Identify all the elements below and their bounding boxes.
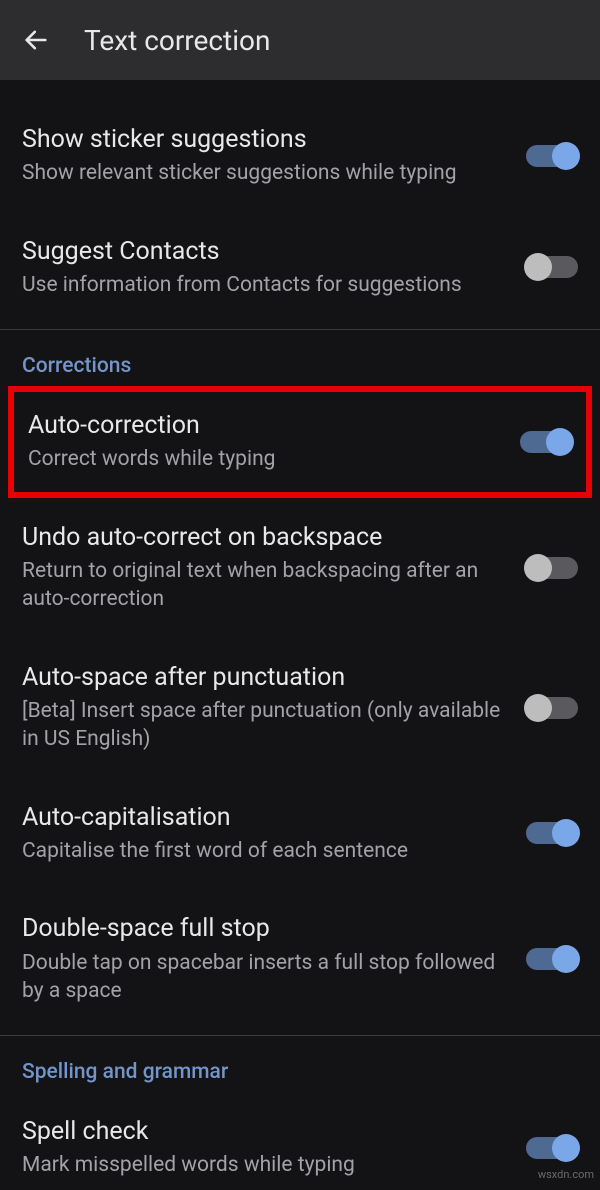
setting-undo-auto-correct[interactable]: Undo auto-correct on backspace Return to… [0,498,600,638]
setting-title: Auto-space after punctuation [22,662,506,693]
toggle-auto-correction[interactable] [520,431,572,453]
setting-subtitle: [Beta] Insert space after punctuation (o… [22,697,506,754]
settings-list: Show sticker suggestions Show relevant s… [0,80,600,1190]
setting-title: Auto-capitalisation [22,802,506,833]
setting-subtitle: Return to original text when backspacing… [22,557,506,614]
setting-auto-correction[interactable]: Auto-correction Correct words while typi… [14,392,586,492]
setting-title: Undo auto-correct on backspace [22,522,506,553]
setting-text: Auto-space after punctuation [Beta] Inse… [22,662,526,754]
toggle-sticker-suggestions[interactable] [526,145,578,167]
section-corrections: Corrections [0,330,600,386]
setting-title: Spell check [22,1116,506,1147]
toggle-thumb [552,142,580,170]
setting-title: Show sticker suggestions [22,124,506,155]
setting-sticker-suggestions[interactable]: Show sticker suggestions Show relevant s… [0,100,600,212]
toggle-thumb [546,428,574,456]
toggle-auto-capitalisation[interactable] [526,822,578,844]
setting-title: Double-space full stop [22,913,506,944]
app-bar: Text correction [0,0,600,80]
toggle-thumb [552,819,580,847]
setting-subtitle: Show relevant sticker suggestions while … [22,159,506,187]
setting-title: Auto-correction [28,410,500,441]
toggle-suggest-contacts[interactable] [526,256,578,278]
setting-auto-space[interactable]: Auto-space after punctuation [Beta] Inse… [0,638,600,778]
arrow-back-icon [22,26,50,54]
toggle-spell-check[interactable] [526,1137,578,1159]
setting-subtitle: Mark misspelled words while typing [22,1151,506,1179]
watermark: wsxdn.com [538,1168,594,1181]
setting-text: Spell check Mark misspelled words while … [22,1116,526,1180]
toggle-double-space-full-stop[interactable] [526,948,578,970]
toggle-thumb [552,1134,580,1162]
setting-suggest-contacts[interactable]: Suggest Contacts Use information from Co… [0,212,600,324]
setting-auto-capitalisation[interactable]: Auto-capitalisation Capitalise the first… [0,778,600,890]
back-button[interactable] [16,20,56,60]
setting-text: Suggest Contacts Use information from Co… [22,236,526,300]
setting-text: Auto-capitalisation Capitalise the first… [22,802,526,866]
toggle-thumb [524,694,552,722]
setting-text: Auto-correction Correct words while typi… [28,410,520,474]
setting-subtitle: Double tap on spacebar inserts a full st… [22,949,506,1006]
highlight-auto-correction: Auto-correction Correct words while typi… [8,386,592,498]
page-title: Text correction [84,24,270,57]
setting-text: Undo auto-correct on backspace Return to… [22,522,526,614]
setting-title: Suggest Contacts [22,236,506,267]
setting-subtitle: Capitalise the first word of each senten… [22,837,506,865]
setting-text: Double-space full stop Double tap on spa… [22,913,526,1005]
toggle-thumb [524,554,552,582]
toggle-auto-space[interactable] [526,697,578,719]
toggle-undo-auto-correct[interactable] [526,557,578,579]
setting-double-space-full-stop[interactable]: Double-space full stop Double tap on spa… [0,889,600,1029]
toggle-thumb [552,945,580,973]
setting-subtitle: Use information from Contacts for sugges… [22,271,506,299]
setting-text: Show sticker suggestions Show relevant s… [22,124,526,188]
setting-spell-check[interactable]: Spell check Mark misspelled words while … [0,1092,600,1190]
setting-subtitle: Correct words while typing [28,445,500,473]
section-spelling-grammar: Spelling and grammar [0,1036,600,1092]
